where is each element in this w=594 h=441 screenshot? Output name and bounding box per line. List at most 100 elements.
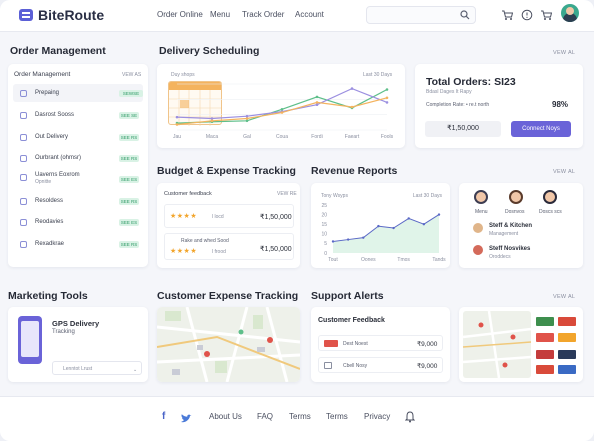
status-badge: SEWSE [119,90,143,97]
staff-avatar[interactable] [543,190,557,204]
marketing-card: GPS Delivery Tracking Lenntot Lrust ⌄ [8,307,148,382]
order-row-label[interactable]: Out Delivery [35,134,68,140]
total-orders-card: Total Orders: SI23 Bdasl Dages It Rapy C… [415,64,583,148]
y-tick-label: 5 [324,241,327,247]
order-row-label[interactable]: Resoldess [35,198,63,204]
order-row-label[interactable]: Reodavies [35,219,63,225]
y-tick-label: 10 [321,232,327,238]
clipboard-icon [20,90,27,97]
top-header: BiteRoute Order Online Menu Track Order … [0,0,594,32]
help-icon[interactable] [521,9,533,21]
status-badge: SEE ES [119,176,139,183]
bell-icon[interactable] [404,410,416,428]
budget-card: Customer feedback VEW RE ★★★★ l locd ₹1,… [157,183,300,268]
nav-track-order[interactable]: Track Order [242,10,284,19]
status-badge: SEE RS [119,134,139,141]
support-card-title: Customer Feedback [318,317,385,324]
view-all-link[interactable]: VEW AL [553,50,575,56]
data-point [315,95,319,99]
order-row-label[interactable]: Ourbrant (ohmsr) [35,155,81,161]
amount-button[interactable]: ₹1,50,000 [425,121,501,137]
y-tick-label: 15 [321,222,327,228]
support-title: Support Alerts [311,290,384,302]
chevron-down-icon[interactable]: ⌄ [133,367,137,373]
total-orders-sub: Bdasl Dages It Rapy [426,89,472,95]
footer-faq-link[interactable]: FAQ [257,412,273,421]
support-row-label: Cbell Nosy [343,363,368,369]
budget-row-sub: l frood [212,249,226,255]
total-orders-title: Total Orders: SI23 [426,76,516,88]
staff-item-title[interactable]: Steff Nosvikes [489,246,530,252]
revenue-title: Revenue Reports [311,165,398,177]
user-avatar[interactable] [561,4,579,22]
staff-item-sub: Oroddecs [489,254,511,260]
map-view[interactable] [157,307,300,382]
staff-icon [473,245,483,255]
data-point [362,236,365,239]
staff-avatar[interactable] [474,190,488,204]
data-point [280,111,284,114]
x-tick-label: Faeart [345,134,360,140]
order-management-title: Order Management [10,45,106,57]
basket-icon[interactable] [540,9,553,21]
order-card-title: Order Management [14,71,71,78]
staff-name: Doscs scs [539,209,562,215]
gps-sub: Tracking [52,329,75,335]
order-row-label[interactable]: Rexadkrae [35,241,64,247]
search-input[interactable] [366,6,476,24]
order-row-label[interactable]: Dasrost Sooss [35,112,74,118]
order-row-sub: Opnitte [35,179,52,185]
connect-button[interactable]: Connect Noys [511,121,571,137]
partner-map[interactable] [459,307,583,382]
y-tick-label: 25 [321,203,327,209]
footer-terms-link[interactable]: Terms [289,412,311,421]
status-badge: SEE RS [119,241,139,248]
y-tick-label: 0 [324,251,327,257]
order-row-label[interactable]: Uaverns Eoxrom [35,172,80,178]
tracking-input[interactable]: Lenntot Lrust ⌄ [52,361,142,375]
truck-icon [20,134,27,141]
staff-name: Menu [475,209,488,215]
data-point [407,217,410,220]
data-point [175,115,179,119]
x-tick-label: Coua [276,134,288,140]
data-point [385,96,389,100]
order-card-view[interactable]: VEW AS [122,72,141,78]
bell-icon [20,174,27,181]
budget-row[interactable]: Rake and whed Sood ★★★★ l frood ₹1,50,00… [164,233,294,260]
view-all-link[interactable]: VEW AL [553,294,575,300]
data-point [392,226,395,230]
nav-account[interactable]: Account [295,10,324,19]
budget-card-view[interactable]: VEW RE [277,191,297,197]
data-point [245,119,249,123]
support-row-value: ₹9,000 [417,341,438,348]
support-row[interactable]: Dest Noest ₹9,000 [318,335,443,351]
map-pin-icon [204,351,210,357]
footer-privacy-link[interactable]: Privacy [364,412,390,421]
x-tick-label: Gal [243,134,251,140]
facebook-icon[interactable]: f [162,411,165,422]
budget-row[interactable]: ★★★★ l locd ₹1,50,000 [164,204,294,228]
data-point [331,240,335,243]
staff-item-title[interactable]: Steff & Kitchen [489,223,532,229]
partner-logo [558,317,576,326]
partner-logo [536,333,554,342]
tracking-hint: Lenntot Lrust [63,366,93,372]
twitter-icon[interactable] [180,411,192,429]
staff-avatar[interactable] [509,190,523,204]
nav-menu[interactable]: Menu [210,10,230,19]
cart-icon[interactable] [501,9,514,21]
search-icon[interactable] [460,10,470,20]
brand-name[interactable]: BiteRoute [38,7,104,23]
view-all-link[interactable]: VEW AL [553,169,575,175]
x-tick-label: Fools [381,134,394,140]
nav-order-online[interactable]: Order Online [157,10,203,19]
budget-row-sub: l locd [212,214,224,220]
support-row[interactable]: Cbell Nosy ₹9,000 [318,357,443,373]
rating-stars: ★★★★ [170,248,198,255]
support-row-label: Dest Noest [343,341,368,347]
data-point [350,105,354,109]
footer-about-link[interactable]: About Us [209,412,242,421]
footer-terms-link[interactable]: Terms [326,412,348,421]
status-badge: SEE ES [119,219,139,226]
